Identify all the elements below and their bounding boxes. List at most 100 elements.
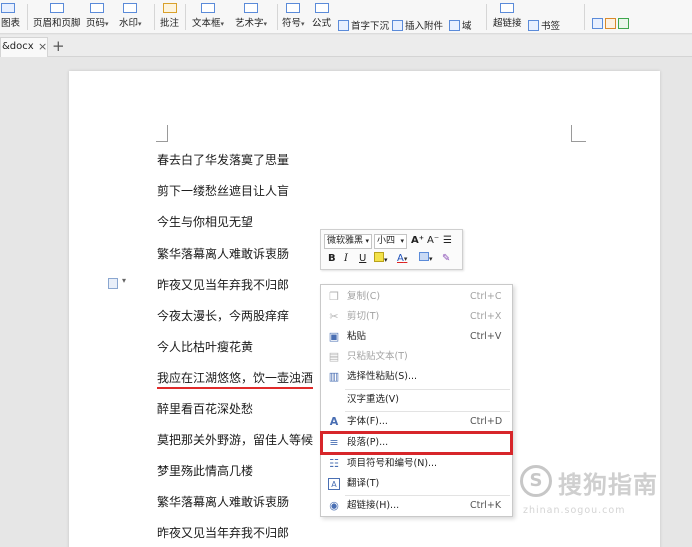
lock-icon [618, 18, 629, 29]
formula-button[interactable]: 公式 [312, 3, 331, 29]
menu-item-translate[interactable]: A 翻译(T) [321, 474, 512, 494]
grow-font-button[interactable]: A⁺ [411, 234, 424, 248]
paste-text-icon: ▤ [328, 350, 340, 363]
text-line[interactable]: 繁华落幕离人难敢诉衷肠 [157, 245, 289, 262]
menu-item-paste-text-only[interactable]: ▤ 只粘贴文本(T) [321, 347, 512, 367]
form-icon [592, 18, 603, 29]
comment-button[interactable]: 批注 [160, 3, 179, 29]
bookmark-button[interactable]: 书签 [528, 18, 560, 32]
text-line[interactable]: 剪下一缕愁丝遮目让人盲 [157, 182, 289, 199]
header-footer-button[interactable]: 页眉和页脚 [33, 3, 81, 29]
watermark-text: 搜狗指南 [558, 471, 658, 499]
globe-icon [500, 3, 515, 13]
ribbon-divider [185, 4, 186, 30]
document-tab-bar: &docx × + [0, 35, 692, 57]
italic-button[interactable]: I [344, 252, 348, 266]
header-footer-icon [49, 3, 64, 13]
new-tab-button[interactable]: + [52, 36, 65, 56]
floating-format-toolbar: 微软雅黑 ▾ 小四 ▾ A⁺ A⁻ ☰ B I U ▾ A▾ ▾ ✎ [320, 229, 463, 270]
textbox-button[interactable]: 文本框▾ [192, 3, 224, 29]
font-icon: A [329, 415, 339, 428]
page-number-icon [90, 3, 105, 13]
font-color-icon[interactable]: A▾ [397, 252, 407, 266]
attachment-icon [392, 20, 403, 31]
menu-item-paste[interactable]: ▣ 粘贴 Ctrl+V [321, 327, 512, 347]
format-painter-icon[interactable]: ✎ [442, 252, 450, 266]
symbol-button[interactable]: 符号▾ [282, 3, 305, 29]
ribbon-divider [154, 4, 155, 30]
margin-corner-right [571, 125, 586, 142]
copy-icon: ❐ [329, 290, 339, 303]
drop-cap-icon [338, 20, 349, 31]
text-line[interactable]: 昨夜又见当年弃我不归郎 [157, 524, 289, 541]
ribbon-toolbar: 图表 页眉和页脚 页码▾ 水印▾ 批注 文本框▾ 艺术字▾ 符号▾ 公式 首字下… [0, 0, 692, 34]
ribbon-divider [584, 4, 585, 30]
wordart-button[interactable]: 艺术字▾ [235, 3, 267, 29]
menu-item-paragraph[interactable]: ≡ 段落(P)... [320, 431, 513, 455]
paragraph-layout-icon[interactable] [108, 278, 118, 289]
text-line[interactable]: 今生与你相见无望 [157, 213, 253, 230]
omega-icon [286, 3, 301, 13]
menu-item-copy[interactable]: ❐ 复制(C) Ctrl+C [321, 287, 512, 307]
chevron-down-icon: ▾ [365, 237, 369, 245]
text-line[interactable]: 今夜太漫长，今两股痒痒 [157, 307, 289, 324]
hyperlink-icon: ◉ [329, 499, 339, 512]
watermark-url: zhinan.sogou.com [523, 505, 626, 516]
watermark-button[interactable]: 水印▾ [119, 3, 142, 29]
bookmark-icon [528, 20, 539, 31]
pi-icon [314, 3, 329, 13]
paragraph-icon: ≡ [329, 436, 339, 449]
watermark-logo: S [520, 465, 552, 497]
drop-cap-button[interactable]: 首字下沉 [338, 18, 389, 32]
text-line[interactable]: 繁华落幕离人难敢诉衷肠 [157, 493, 289, 510]
align-icon[interactable]: ▾ [419, 252, 433, 266]
menu-item-cut[interactable]: ✂ 剪切(T) Ctrl+X [321, 307, 512, 327]
sogou-watermark: S 搜狗指南 zhinan.sogou.com [520, 463, 680, 523]
wordart-icon [244, 3, 259, 13]
close-icon[interactable]: × [38, 38, 47, 56]
text-line[interactable]: 醉里看百花深处愁 [157, 400, 253, 417]
insert-attachment-button[interactable]: 插入附件 [392, 18, 443, 32]
paste-icon: ▣ [328, 330, 340, 343]
ribbon-divider [486, 4, 487, 30]
translate-icon: A [328, 478, 340, 490]
context-menu: ❐ 复制(C) Ctrl+C ✂ 剪切(T) Ctrl+X ▣ 粘贴 Ctrl+… [320, 284, 513, 517]
text-line[interactable]: 今人比枯叶瘦花黄 [157, 338, 253, 355]
ribbon-divider [27, 4, 28, 30]
text-line[interactable]: 昨夜又见当年弃我不归郎 [157, 276, 289, 293]
chevron-down-icon[interactable]: ▾ [122, 276, 126, 285]
shrink-font-button[interactable]: A⁻ [427, 234, 439, 248]
paste-special-icon: ▥ [328, 370, 340, 383]
document-tab[interactable]: &docx × [0, 37, 48, 57]
menu-item-hyperlink[interactable]: ◉ 超链接(H)... Ctrl+K [321, 496, 512, 516]
field-icon [449, 20, 460, 31]
chevron-down-icon: ▾ [400, 237, 404, 245]
extra-tools[interactable] [592, 18, 631, 30]
chart-button[interactable]: 图表 [1, 3, 20, 29]
menu-item-reselect-hanzi[interactable]: 汉字重选(V) [321, 390, 512, 410]
watermark-icon [123, 3, 138, 13]
font-family-select[interactable]: 微软雅黑 ▾ [324, 234, 372, 249]
list-icon: ☷ [329, 457, 339, 470]
bold-button[interactable]: B [328, 252, 336, 266]
text-line[interactable]: 春去白了华发落寞了思量 [157, 151, 289, 168]
line-spacing-icon[interactable]: ☰ [443, 234, 452, 248]
menu-item-font[interactable]: A 字体(F)... Ctrl+D [321, 412, 512, 432]
chart-icon [1, 3, 15, 13]
underline-button[interactable]: U [359, 252, 366, 266]
field-button[interactable]: 域 [449, 18, 472, 32]
ribbon-divider [277, 4, 278, 30]
comment-icon [162, 3, 177, 13]
menu-item-bullets-numbering[interactable]: ☷ 项目符号和编号(N)... [321, 454, 512, 474]
pen-icon [605, 18, 616, 29]
margin-corner-left [156, 125, 168, 142]
font-size-select[interactable]: 小四 ▾ [374, 234, 407, 249]
scissors-icon: ✂ [329, 310, 339, 323]
menu-item-paste-special[interactable]: ▥ 选择性粘贴(S)... [321, 367, 512, 387]
text-line[interactable]: 莫把那关外野游，留佳人等候 [157, 431, 313, 448]
selected-text-line[interactable]: 我应在江湖悠悠，饮一壶浊酒 [157, 369, 314, 389]
text-line[interactable]: 梦里殇此情高几楼 [157, 462, 253, 479]
hyperlink-ribbon-button[interactable]: 超链接 [493, 3, 522, 29]
page-number-button[interactable]: 页码▾ [86, 3, 109, 29]
highlight-color-icon[interactable]: ▾ [374, 252, 388, 267]
